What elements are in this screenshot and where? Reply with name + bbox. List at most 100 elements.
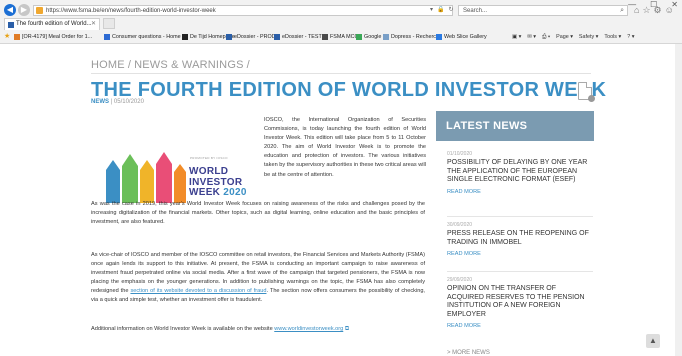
news-item[interactable]: 30/09/2020 PRESS RELEASE ON THE REOPENIN… — [447, 222, 593, 257]
bookmark-icon — [182, 34, 188, 40]
news-title[interactable]: PRESS RELEASE ON THE REOPENING OF TRADIN… — [447, 230, 593, 247]
favorite-item[interactable]: eDossier - TEST — [274, 31, 322, 43]
news-date: 30/09/2020 — [447, 222, 473, 228]
favorite-item[interactable]: Consumer questions - Home — [104, 31, 181, 43]
scrollbar[interactable] — [675, 44, 682, 356]
tab-active[interactable]: The fourth edition of World... ✕ — [4, 18, 100, 30]
article-date: 05/10/2020 — [113, 99, 144, 105]
news-date: 01/10/2020 — [447, 151, 473, 157]
pdf-download-icon[interactable] — [578, 82, 595, 102]
logo-year: 2020 — [223, 187, 247, 198]
site-icon — [36, 7, 43, 14]
divider — [447, 216, 593, 217]
new-tab-button[interactable] — [103, 18, 115, 29]
bookmark-icon — [274, 34, 280, 40]
breadcrumb-separator: / — [246, 59, 250, 71]
worldinvestorweek-link[interactable]: www.worldinvestorweek.org — [274, 326, 343, 332]
logo-line: WORLD — [189, 166, 229, 177]
more-news-link[interactable]: > MORE NEWS — [447, 350, 490, 356]
read-more-link[interactable]: READ MORE — [447, 189, 593, 195]
scroll-to-top-button[interactable]: ▲ — [646, 334, 660, 348]
breadcrumb-home[interactable]: HOME — [91, 59, 125, 71]
favorites-star-icon[interactable]: ★ — [4, 31, 10, 43]
world-investor-week-logo: PROMOTED BY IOSCO WORLD INVESTOR WEEK 20… — [102, 148, 252, 206]
latest-news-heading: LATEST NEWS — [436, 111, 594, 141]
browser-chrome: — ☐ ✕ ◀ ▶ https://www.fsma.be/en/news/fo… — [0, 0, 682, 44]
home-icon[interactable]: ⌂ — [634, 5, 639, 16]
article-meta: NEWS | 05/10/2020 — [91, 99, 144, 105]
paragraph-text: Additional information on World Investor… — [91, 326, 275, 332]
dropdown-icon[interactable]: ▾ — [430, 6, 433, 13]
news-title[interactable]: OPINION ON THE TRANSFER OF ACQUIRED RESE… — [447, 285, 593, 319]
logo-promoted-text: PROMOTED BY IOSCO — [190, 156, 228, 160]
bookmark-icon — [104, 34, 110, 40]
news-title[interactable]: POSSIBILITY OF DELAYING BY ONE YEAR THE … — [447, 159, 593, 185]
favorite-item[interactable]: Web Slice Gallery — [436, 31, 487, 43]
breadcrumb-news[interactable]: NEWS & WARNINGS — [134, 59, 244, 71]
bookmark-icon — [436, 34, 442, 40]
close-tab-icon[interactable]: ✕ — [91, 19, 96, 30]
article-intro: IOSCO, the International Organization of… — [264, 117, 426, 178]
tools-menu[interactable]: Tools ▾ — [604, 31, 621, 43]
favorite-item[interactable]: [OR-4179] Meal Order for 1... — [14, 31, 92, 43]
external-link-icon[interactable]: ⧉ — [345, 326, 349, 332]
divider — [91, 73, 591, 74]
article-paragraph: Additional information on World Investor… — [91, 325, 425, 334]
favorite-label: Google — [364, 34, 382, 40]
article-paragraph: As was the case in 2019, this year's Wor… — [91, 201, 425, 225]
news-item[interactable]: 01/10/2020 POSSIBILITY OF DELAYING BY ON… — [447, 151, 593, 195]
favorite-label: [OR-4179] Meal Order for 1... — [22, 34, 93, 40]
forward-button[interactable]: ▶ — [18, 4, 30, 16]
address-tools: ▾ 🔒 ↻ — [430, 6, 454, 13]
breadcrumb: HOME / NEWS & WARNINGS / — [91, 59, 253, 71]
bookmark-icon — [14, 34, 20, 40]
search-placeholder: Search... — [463, 8, 488, 14]
smiley-icon[interactable]: ☺ — [665, 5, 674, 16]
bookmark-icon — [356, 34, 362, 40]
search-icon[interactable]: ⌕ — [620, 6, 624, 16]
logo-wordmark: WORLD INVESTOR WEEK 2020 — [189, 166, 247, 199]
favorite-label: Dopress - Recherche — [391, 34, 442, 40]
tab-row: The fourth edition of World... ✕ — [0, 18, 682, 30]
favorite-item[interactable]: eDossier - PROD — [226, 31, 276, 43]
lock-icon[interactable]: 🔒 — [437, 6, 444, 13]
fraud-section-link[interactable]: section of its website devoted to a disc… — [130, 288, 266, 294]
page-menu[interactable]: Page ▾ — [556, 31, 573, 43]
tab-title: The fourth edition of World... — [16, 21, 92, 27]
news-date: 29/09/2020 — [447, 277, 473, 283]
article-category[interactable]: NEWS — [91, 99, 109, 105]
read-more-link[interactable]: READ MORE — [447, 323, 593, 329]
favorite-label: Consumer questions - Home — [112, 34, 181, 40]
navigation-row: ◀ ▶ https://www.fsma.be/en/news/fourth-e… — [0, 4, 682, 18]
favorite-label: FSMA MCC — [330, 34, 359, 40]
search-input[interactable]: Search... ⌕ — [458, 5, 628, 16]
help-menu[interactable]: ? ▾ — [627, 31, 634, 43]
favorites-bar: ★ [OR-4179] Meal Order for 1... Consumer… — [0, 31, 682, 43]
refresh-icon[interactable]: ↻ — [449, 6, 454, 13]
article-paragraph: As vice-chair of IOSCO and member of the… — [91, 251, 425, 304]
favorite-label: eDossier - PROD — [234, 34, 276, 40]
toolbar-icons: ⌂ ☆ ⚙ ☺ — [634, 5, 674, 16]
favorites-icon[interactable]: ☆ — [642, 5, 650, 16]
logo-week: WEEK — [189, 187, 221, 198]
address-bar[interactable]: https://www.fsma.be/en/news/fourth-editi… — [33, 5, 453, 16]
favorite-item[interactable]: Dopress - Recherche — [383, 31, 442, 43]
url-text: https://www.fsma.be/en/news/fourth-editi… — [46, 8, 216, 14]
feeds-icon[interactable]: ▣ ▾ — [512, 31, 521, 43]
logo-graphic-icon — [102, 152, 188, 205]
favorite-item[interactable]: FSMA MCC — [322, 31, 358, 43]
safety-menu[interactable]: Safety ▾ — [579, 31, 599, 43]
bookmark-icon — [383, 34, 389, 40]
back-button[interactable]: ◀ — [4, 4, 16, 16]
favorite-label: Web Slice Gallery — [444, 34, 487, 40]
web-page: HOME / NEWS & WARNINGS / THE FOURTH EDITION… — [0, 44, 682, 356]
favorite-label: eDossier - TEST — [282, 34, 322, 40]
favorite-item[interactable]: Google — [356, 31, 381, 43]
news-item[interactable]: 29/09/2020 OPINION ON THE TRANSFER OF AC… — [447, 277, 593, 329]
settings-icon[interactable]: ⚙ — [654, 5, 662, 16]
bookmark-icon — [322, 34, 328, 40]
mail-icon[interactable]: ✉ ▾ — [527, 31, 536, 43]
fsma-favicon-icon — [8, 22, 14, 28]
print-icon[interactable]: ⎙ ▾ — [542, 31, 550, 43]
read-more-link[interactable]: READ MORE — [447, 251, 593, 257]
